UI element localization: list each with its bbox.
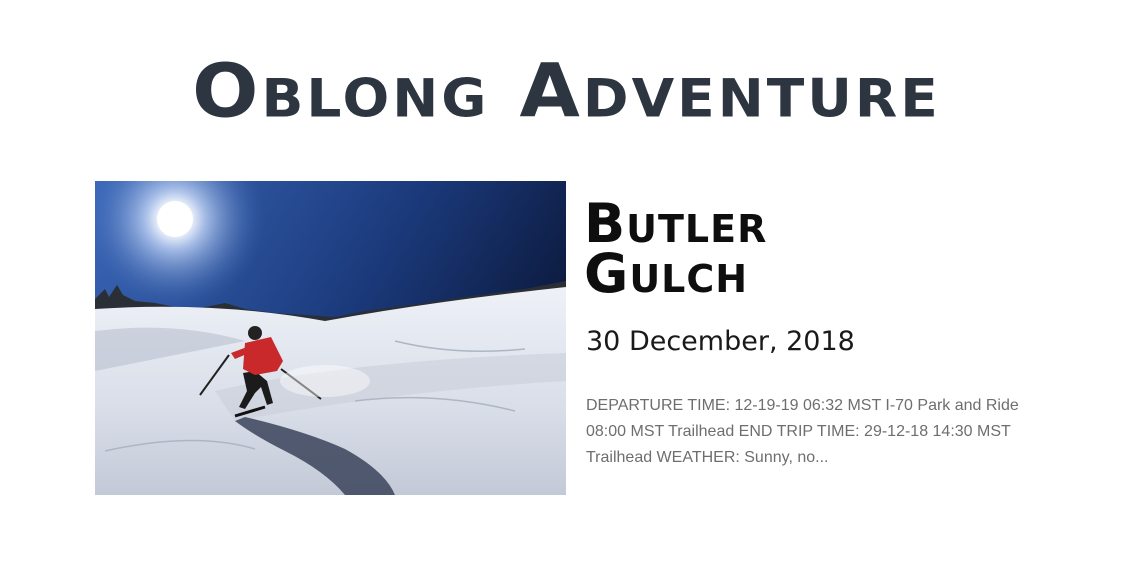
post-thumbnail-image[interactable]: [95, 181, 566, 495]
post-title[interactable]: Butler Gulch: [584, 197, 904, 301]
post-date: 30 December, 2018: [586, 326, 855, 357]
post-card: Butler Gulch 30 December, 2018 DEPARTURE…: [95, 181, 1045, 495]
ski-slope-photo: [95, 181, 566, 495]
site-title[interactable]: Oblong Adventure: [0, 45, 1133, 140]
post-excerpt: DEPARTURE TIME: 12-19-19 06:32 MST I-70 …: [586, 397, 1019, 466]
